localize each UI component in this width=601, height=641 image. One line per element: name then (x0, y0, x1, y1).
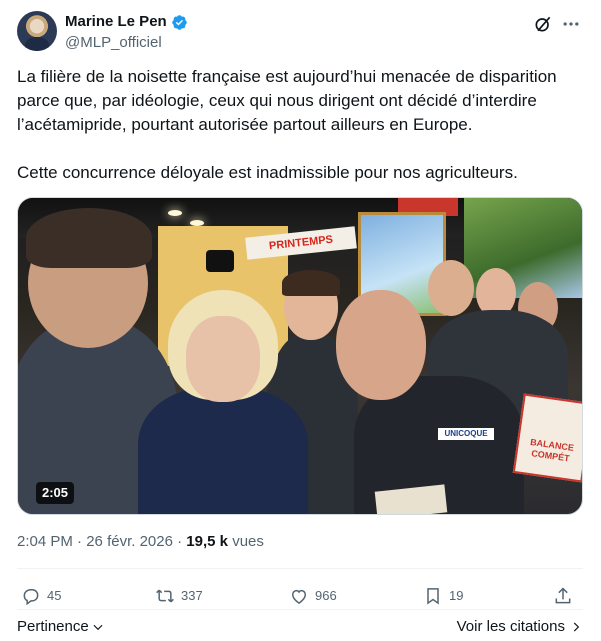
like-button[interactable]: 966 (289, 584, 337, 608)
grok-icon[interactable] (533, 14, 553, 34)
tweet-meta: 2:04 PM · 26 févr. 2026 · 19,5 k vues (17, 532, 264, 552)
tweet-paragraph: Cette concurrence déloyale est inadmissi… (17, 163, 518, 182)
bookmark-icon (427, 588, 439, 605)
verified-badge-icon (171, 14, 187, 30)
video-scene-person (138, 388, 308, 514)
views-count: 19,5 k (186, 533, 229, 550)
meta-separator: · (77, 533, 83, 550)
retweet-button[interactable]: 337 (155, 584, 203, 608)
author-block: Marine Le Pen @MLP_officiel (65, 12, 188, 53)
chevron-down-icon (93, 624, 103, 631)
video-scene-vest-logo: UNICOQUE (438, 428, 494, 440)
video-scene-balance-sign: BALANCE COMPÉT (512, 393, 582, 483)
reply-button[interactable]: 45 (21, 584, 61, 608)
tweet-text: La filière de la noisette française est … (17, 65, 583, 185)
tweet-header: Marine Le Pen @MLP_officiel (17, 10, 583, 54)
like-count: 966 (315, 588, 337, 603)
video-player[interactable]: PRINTEMPS UNICOQUE BALANCE COMPÉT 2:05 (17, 197, 583, 515)
avatar[interactable] (17, 11, 57, 51)
video-scene-light (168, 210, 182, 216)
more-dots-icon[interactable] (561, 14, 581, 34)
bookmark-count: 19 (449, 588, 464, 603)
tweet-paragraph: La filière de la noisette française est … (17, 67, 557, 134)
video-scene-person-head (186, 316, 260, 402)
tweet-actions: 45 337 966 19 (17, 584, 583, 608)
author-handle[interactable]: @MLP_officiel (65, 33, 188, 53)
reply-icon (23, 589, 39, 606)
divider (17, 568, 583, 569)
share-icon[interactable] (553, 586, 573, 606)
sort-dropdown[interactable]: Pertinence (17, 616, 105, 638)
view-quotes-link[interactable]: Voir les citations (457, 616, 583, 638)
video-scene-person-head (336, 290, 426, 400)
heart-icon (291, 589, 307, 604)
tweet-time[interactable]: 2:04 PM (17, 533, 73, 550)
replies-footer: Pertinence Voir les citations (17, 616, 583, 638)
reply-count: 45 (47, 588, 62, 603)
views-label: vues (232, 533, 264, 550)
video-scene-person-hair (282, 270, 340, 296)
divider (17, 609, 583, 610)
meta-separator: · (177, 533, 183, 550)
video-scene-person-head (428, 260, 474, 316)
video-scene-person-hair (26, 208, 152, 268)
chevron-right-icon (573, 622, 580, 632)
tweet-date[interactable]: 26 févr. 2026 (86, 533, 173, 550)
retweet-count: 337 (181, 588, 203, 603)
retweet-icon (156, 589, 174, 603)
video-scene-camera (206, 250, 234, 272)
bookmark-button[interactable]: 19 (423, 584, 463, 608)
sort-label: Pertinence (17, 618, 89, 635)
view-quotes-label: Voir les citations (456, 618, 565, 635)
video-duration-badge: 2:05 (36, 482, 75, 504)
author-display-name[interactable]: Marine Le Pen (65, 12, 167, 32)
